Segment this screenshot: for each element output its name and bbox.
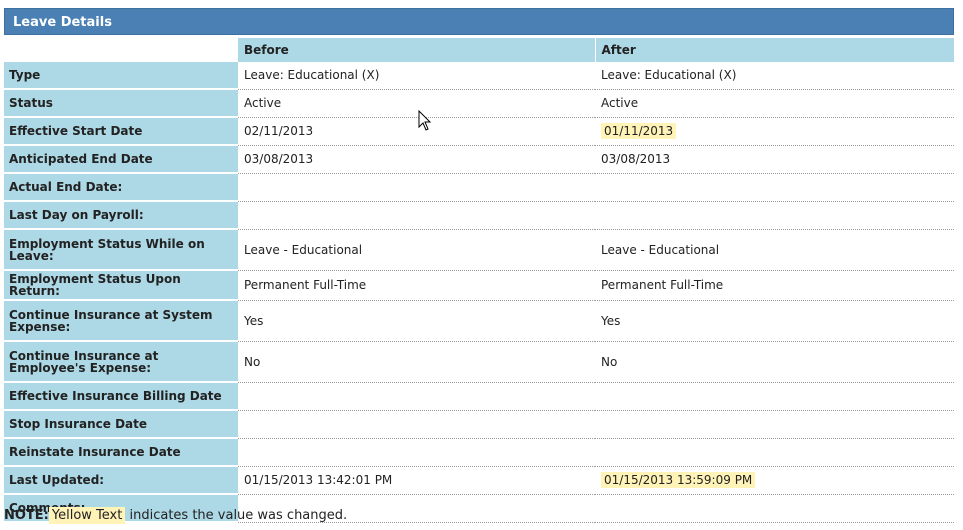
after-value	[595, 382, 954, 411]
before-value: No	[238, 341, 595, 383]
changed-value-highlight: 01/11/2013	[601, 123, 677, 139]
row-label: Status	[4, 89, 238, 118]
row-label: Actual End Date:	[4, 173, 238, 202]
table-row: Effective Start Date 02/11/2013 01/11/20…	[4, 117, 954, 146]
after-value	[595, 438, 954, 467]
note-text: indicates the value was changed.	[129, 508, 348, 523]
row-label: Employment Status While on Leave:	[4, 229, 238, 271]
column-header-after: After	[595, 38, 954, 62]
change-legend-note: NOTE: Yellow Text indicates the value was…	[4, 507, 348, 524]
after-value: 03/08/2013	[595, 145, 954, 174]
table-row: Employment Status While on Leave: Leave …	[4, 229, 954, 271]
after-value: Active	[595, 89, 954, 118]
table-row: Employment Status Upon Return: Permanent…	[4, 270, 954, 301]
column-header-before: Before	[238, 38, 596, 62]
row-label: Type	[4, 62, 238, 90]
row-label: Continue Insurance at Employee's Expense…	[4, 341, 238, 383]
before-value	[238, 201, 595, 230]
row-label: Effective Start Date	[4, 117, 238, 146]
table-row: Stop Insurance Date	[4, 410, 954, 439]
table-row: Type Leave: Educational (X) Leave: Educa…	[4, 62, 954, 90]
changed-value-highlight: 01/15/2013 13:59:09 PM	[601, 472, 756, 488]
before-value: Yes	[238, 300, 595, 342]
after-value: Yes	[595, 300, 954, 342]
row-label: Employment Status Upon Return:	[4, 270, 238, 301]
before-value: Permanent Full-Time	[238, 270, 595, 301]
before-value: 02/11/2013	[238, 117, 595, 146]
row-label: Effective Insurance Billing Date	[4, 382, 238, 411]
row-label: Reinstate Insurance Date	[4, 438, 238, 467]
table-row: Continue Insurance at System Expense: Ye…	[4, 300, 954, 342]
before-value: 03/08/2013	[238, 145, 595, 174]
after-value-cell: 01/15/2013 13:59:09 PM	[595, 466, 954, 495]
table-row: Last Day on Payroll:	[4, 201, 954, 230]
row-label: Anticipated End Date	[4, 145, 238, 174]
note-highlight-sample: Yellow Text	[48, 507, 126, 524]
leave-details-table: Before After Type Leave: Educational (X)…	[4, 38, 954, 523]
before-value	[238, 173, 595, 202]
after-value: Permanent Full-Time	[595, 270, 954, 301]
after-value	[595, 173, 954, 202]
row-label: Stop Insurance Date	[4, 410, 238, 439]
table-row: Last Updated: 01/15/2013 13:42:01 PM 01/…	[4, 466, 954, 495]
before-value	[238, 382, 595, 411]
before-value	[238, 438, 595, 467]
after-value: Leave: Educational (X)	[595, 62, 954, 90]
before-value	[238, 410, 595, 439]
table-row: Actual End Date:	[4, 173, 954, 202]
row-label: Last Day on Payroll:	[4, 201, 238, 230]
before-value: 01/15/2013 13:42:01 PM	[238, 466, 595, 495]
panel-title: Leave Details	[4, 8, 954, 35]
leave-details-panel: Leave Details Before After Type Leave: E…	[4, 8, 954, 523]
table-row: Reinstate Insurance Date	[4, 438, 954, 467]
after-value: No	[595, 341, 954, 383]
after-value: Leave - Educational	[595, 229, 954, 271]
after-value	[595, 201, 954, 230]
mouse-pointer-icon	[418, 109, 432, 132]
before-value: Leave - Educational	[238, 229, 595, 271]
header-blank-cell	[4, 38, 238, 62]
table-row: Continue Insurance at Employee's Expense…	[4, 341, 954, 383]
table-row: Effective Insurance Billing Date	[4, 382, 954, 411]
table-header-row: Before After	[4, 38, 954, 62]
before-value: Active	[238, 89, 595, 118]
row-label: Continue Insurance at System Expense:	[4, 300, 238, 342]
row-label: Last Updated:	[4, 466, 238, 495]
table-row: Status Active Active	[4, 89, 954, 118]
after-value	[595, 494, 954, 523]
note-prefix: NOTE:	[4, 508, 49, 523]
table-row: Anticipated End Date 03/08/2013 03/08/20…	[4, 145, 954, 174]
after-value-cell: 01/11/2013	[595, 117, 954, 146]
after-value	[595, 410, 954, 439]
before-value: Leave: Educational (X)	[238, 62, 595, 90]
